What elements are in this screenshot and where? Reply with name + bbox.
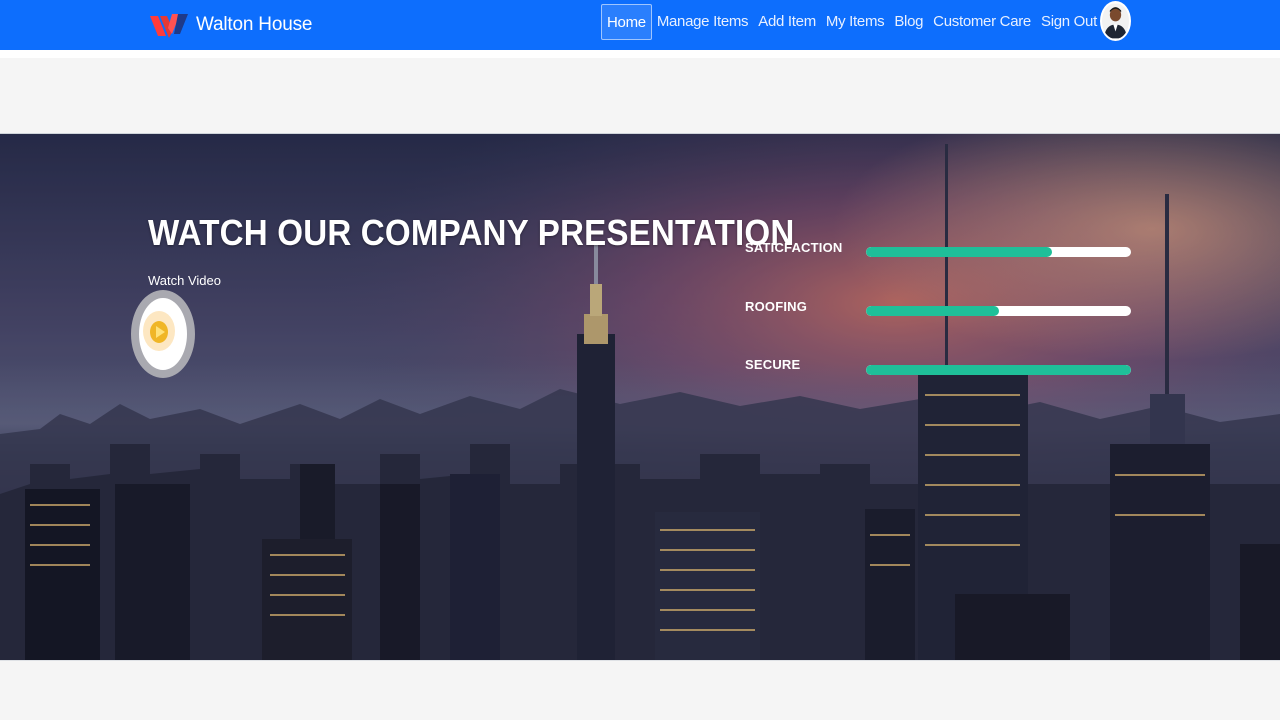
user-avatar-icon: [1102, 3, 1129, 39]
skill-label-roofing: ROOFING: [745, 299, 808, 314]
presentation-hero: WATCH OUR COMPANY PRESENTATION Watch Vid…: [0, 133, 1280, 660]
nav-my-items[interactable]: My Items: [821, 4, 889, 40]
walton-logo-icon: [150, 14, 188, 38]
nav-home[interactable]: Home: [601, 4, 652, 40]
play-video-button[interactable]: [131, 290, 195, 378]
top-navbar: Walton House Home Manage Items Add Item …: [0, 0, 1280, 50]
hero-title: WATCH OUR COMPANY PRESENTATION: [148, 212, 795, 253]
user-avatar[interactable]: [1100, 1, 1131, 41]
play-icon: [156, 326, 165, 338]
skill-bar-fill: [866, 365, 1131, 375]
skill-label-secure: SECURE: [745, 357, 801, 372]
skill-bar-roofing: [866, 306, 1131, 316]
skill-bar-secure: [866, 365, 1131, 375]
page-bottom-area: [0, 660, 1280, 720]
nav-add-item[interactable]: Add Item: [753, 4, 821, 40]
nav-manage-items[interactable]: Manage Items: [652, 4, 753, 40]
brand-link[interactable]: Walton House: [148, 6, 312, 44]
nav-blog[interactable]: Blog: [889, 4, 928, 40]
watch-video-label: Watch Video: [148, 273, 221, 288]
navbar-spacer: [0, 50, 1280, 58]
skill-bar-satisfaction: [866, 247, 1131, 257]
main-nav: Home Manage Items Add Item My Items Blog…: [601, 0, 1102, 44]
skill-bar-fill: [866, 247, 1052, 257]
skill-label-satisfaction: SATICFACTION: [745, 240, 843, 255]
skill-bar-fill: [866, 306, 999, 316]
nav-sign-out[interactable]: Sign Out: [1036, 4, 1102, 40]
brand-name: Walton House: [196, 14, 313, 35]
nav-customer-care[interactable]: Customer Care: [928, 4, 1036, 40]
